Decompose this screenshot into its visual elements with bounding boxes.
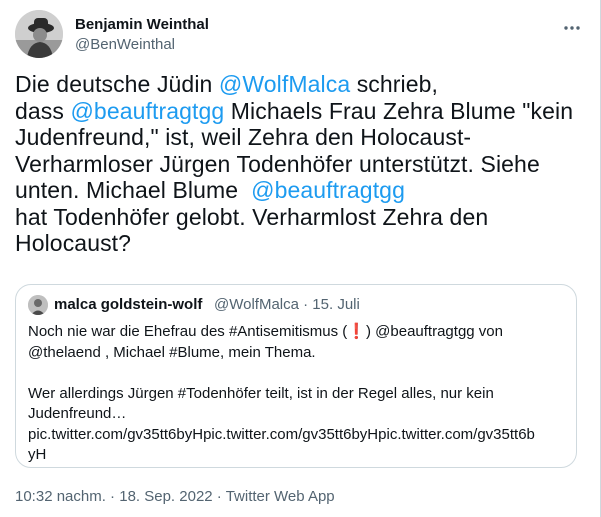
mention-link[interactable]: @beauftragtgg bbox=[70, 98, 224, 124]
quote-line: Judenfreund… bbox=[28, 405, 127, 422]
author-avatar[interactable] bbox=[15, 10, 63, 58]
tweet-header: Benjamin Weinthal @BenWeinthal bbox=[15, 10, 586, 62]
tweet-line: Holocaust? bbox=[15, 230, 132, 256]
quote-line: yH bbox=[28, 446, 47, 463]
tweet-line: Judenfreund," ist, weil Zehra den Holoca… bbox=[15, 124, 472, 150]
quoted-tweet-text: Noch nie war die Ehefrau des #Antisemiti… bbox=[28, 322, 568, 466]
more-dots-icon[interactable] bbox=[562, 18, 582, 38]
tweet-line: dass @beauftragtgg Michaels Frau Zehra B… bbox=[15, 98, 575, 125]
tweet-line: Die deutsche Jüdin @WolfMalca schrieb, bbox=[15, 71, 575, 98]
tweet-line: unten. Michael Blume @beauftragtgg bbox=[15, 177, 575, 204]
exclamation-icon: ❗ bbox=[347, 323, 366, 340]
tweet-line: Verharmloser Jürgen Todenhöfer unterstüt… bbox=[15, 150, 540, 177]
quoted-author-meta: @WolfMalca · 15. Juli bbox=[214, 296, 360, 313]
mention-link[interactable]: @WolfMalca bbox=[219, 71, 350, 97]
author-block: Benjamin Weinthal @BenWeinthal bbox=[75, 15, 209, 55]
text-segment: Die deutsche Jüdin bbox=[15, 71, 219, 97]
quote-line: Noch nie war die Ehefrau des #Antisemiti… bbox=[28, 322, 568, 343]
quoted-author-avatar bbox=[28, 295, 48, 315]
quoted-tweet[interactable]: malca goldstein-wolf @WolfMalca · 15. Ju… bbox=[15, 284, 577, 468]
text-segment: schrieb, bbox=[350, 71, 439, 97]
tweet-timestamp[interactable]: 10:32 nachm. · 18. Sep. 2022 · Twitter W… bbox=[15, 487, 335, 507]
quote-line: @thelaend , Michael #Blume, mein Thema. bbox=[28, 343, 316, 361]
tweet-text: Die deutsche Jüdin @WolfMalca schrieb, d… bbox=[15, 71, 575, 257]
quoted-author-name: malca goldstein-wolf bbox=[54, 296, 203, 313]
quote-line: Wer allerdings Jürgen #Todenhöfer teilt,… bbox=[28, 384, 494, 402]
author-handle[interactable]: @BenWeinthal bbox=[75, 35, 209, 55]
text-segment: unten. Michael Blume bbox=[15, 177, 252, 203]
text-segment: Noch nie war die Ehefrau des #Antisemiti… bbox=[28, 323, 348, 340]
text-segment: ) @beauftragtgg von bbox=[366, 323, 503, 340]
text-segment: Michaels Frau Zehra Blume "kein bbox=[224, 97, 574, 124]
tweet-line: hat Todenhöfer gelobt. Verharmlost Zehra… bbox=[15, 203, 489, 230]
quote-line: pic.twitter.com/gv35tt6byHpic.twitter.co… bbox=[28, 425, 535, 443]
author-name[interactable]: Benjamin Weinthal bbox=[75, 15, 209, 35]
text-segment: dass bbox=[15, 97, 71, 124]
quote-spacer bbox=[28, 363, 568, 384]
mention-link[interactable]: @beauftragtgg bbox=[251, 177, 405, 203]
